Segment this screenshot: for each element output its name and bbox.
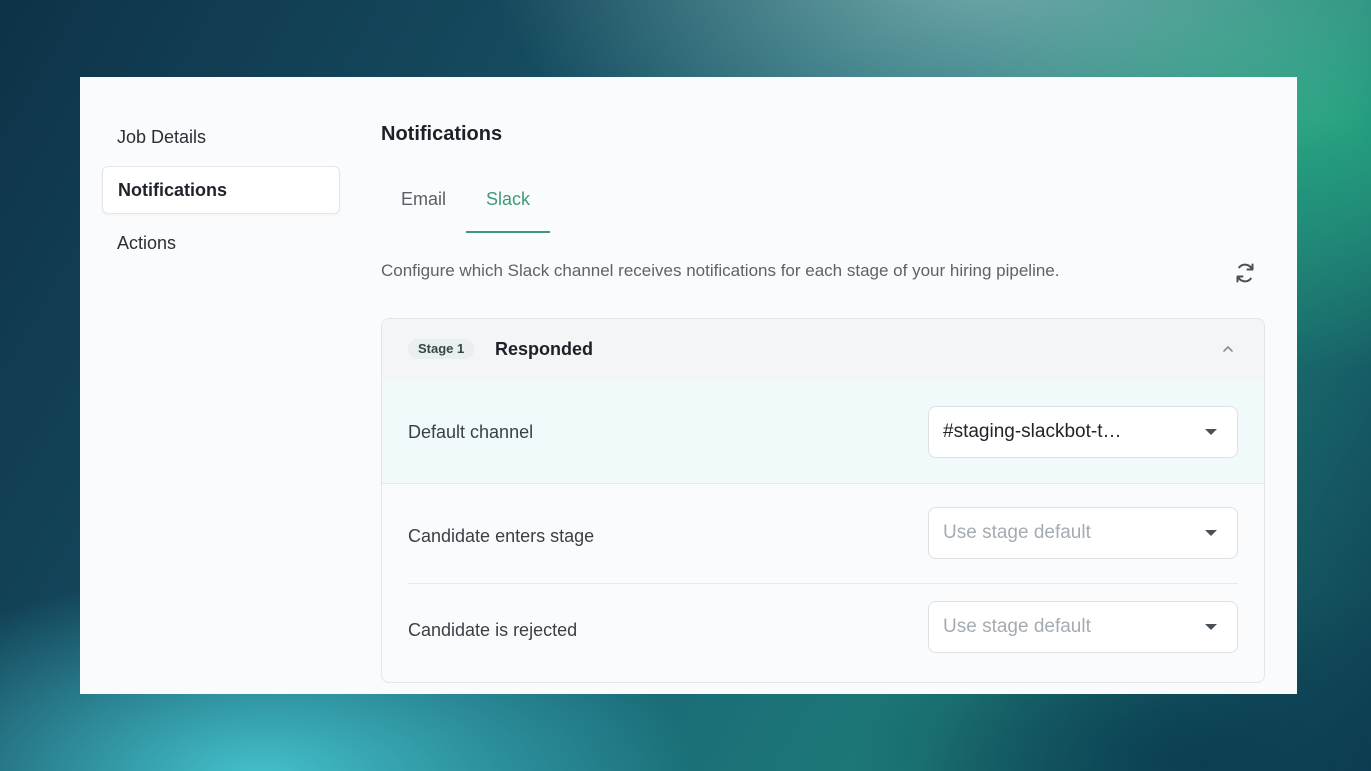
stage-card: Stage 1 Responded Default channel #stagi… (381, 318, 1265, 683)
default-channel-label: Default channel (408, 422, 534, 442)
default-channel-row: Default channel #staging-slackbot-t… (382, 380, 1264, 484)
candidate-rejected-row: Candidate is rejected Use stage default (382, 584, 1264, 682)
sidebar-item-label: Actions (117, 232, 177, 253)
stage-header[interactable]: Stage 1 Responded (382, 319, 1264, 381)
select-value: Use stage default (943, 616, 1091, 637)
caret-down-icon (1205, 624, 1217, 630)
caret-down-icon (1205, 530, 1217, 536)
select-value: Use stage default (943, 522, 1091, 543)
stage-name: Responded (495, 339, 594, 359)
settings-panel: Job Details Notifications Actions Notifi… (80, 77, 1297, 694)
page-title: Notifications (381, 123, 503, 145)
default-channel-select[interactable]: #staging-slackbot-t… (928, 406, 1238, 458)
candidate-enters-stage-label: Candidate enters stage (408, 526, 595, 546)
candidate-rejected-label: Candidate is rejected (408, 620, 578, 640)
sidebar-item-job-details[interactable]: Job Details (102, 113, 340, 161)
tab-email[interactable]: Email (381, 181, 466, 233)
chevron-up-icon[interactable] (1218, 339, 1238, 359)
select-value: #staging-slackbot-t… (943, 421, 1122, 442)
caret-down-icon (1205, 429, 1217, 435)
sidebar-item-label: Notifications (118, 179, 228, 200)
stage-badge: Stage 1 (408, 339, 475, 359)
candidate-enters-stage-select[interactable]: Use stage default (928, 507, 1238, 559)
slack-description: Configure which Slack channel receives n… (381, 261, 1060, 280)
sidebar-item-label: Job Details (117, 126, 207, 147)
candidate-rejected-select[interactable]: Use stage default (928, 601, 1238, 653)
tab-slack[interactable]: Slack (466, 181, 551, 233)
sidebar-item-actions[interactable]: Actions (102, 219, 340, 267)
candidate-enters-stage-row: Candidate enters stage Use stage default (382, 484, 1264, 584)
refresh-icon[interactable] (1233, 261, 1257, 285)
notification-tabs: Email Slack (381, 181, 551, 233)
sidebar-item-notifications[interactable]: Notifications (102, 166, 340, 214)
